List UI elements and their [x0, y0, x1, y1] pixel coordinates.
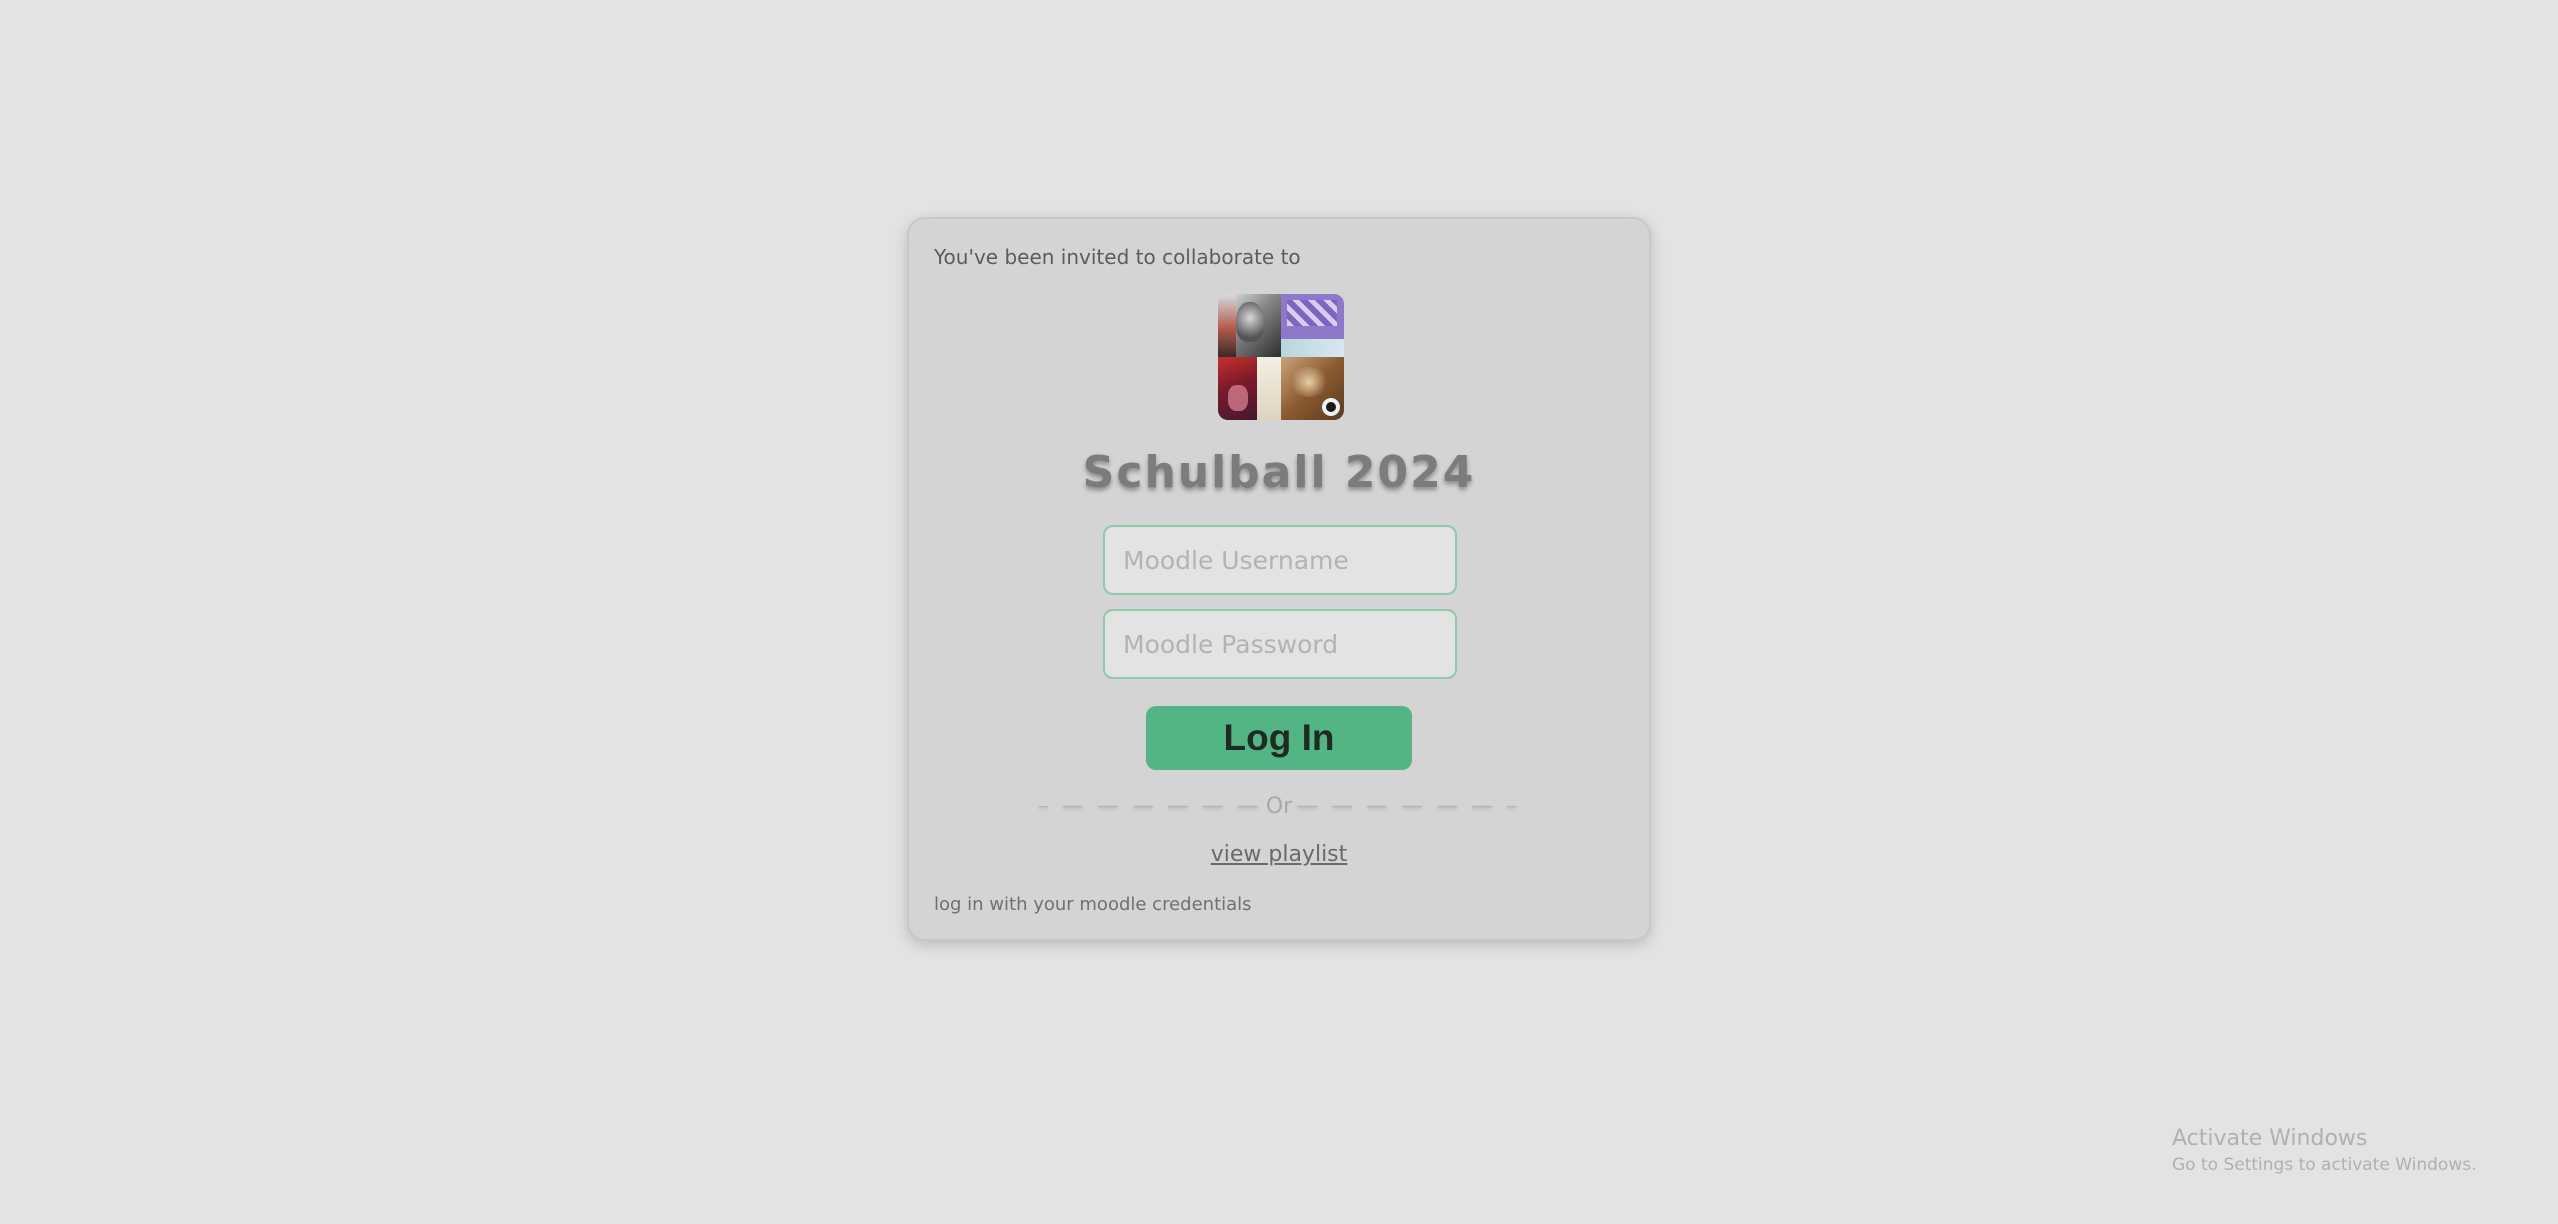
watermark-title: Activate Windows: [2172, 1126, 2368, 1151]
cover-tile: [1218, 294, 1281, 357]
activate-windows-watermark: Activate Windows Go to Settings to activ…: [2172, 1126, 2477, 1175]
playlist-cover-image: [1218, 294, 1344, 420]
or-text: Or: [1265, 794, 1293, 819]
or-divider: – — — — — — — Or — — — — — — –: [909, 794, 1649, 819]
password-input[interactable]: [1103, 609, 1457, 679]
playlist-title: Schulball 2024: [1082, 447, 1476, 498]
credentials-hint: log in with your moodle credentials: [934, 894, 1252, 915]
divider-dashes-left: – — — — — — —: [1037, 794, 1262, 819]
cover-tile: [1281, 294, 1344, 357]
invite-text: You've been invited to collaborate to: [934, 245, 1301, 269]
username-input[interactable]: [1103, 525, 1457, 595]
cover-tile: [1218, 357, 1281, 420]
cover-tile: [1281, 357, 1344, 420]
login-card: You've been invited to collaborate to Sc…: [907, 217, 1651, 941]
divider-dashes-right: — — — — — — –: [1296, 794, 1521, 819]
watermark-subtitle: Go to Settings to activate Windows.: [2172, 1155, 2477, 1175]
login-button[interactable]: Log In: [1146, 706, 1412, 770]
view-playlist-link[interactable]: view playlist: [909, 842, 1649, 867]
